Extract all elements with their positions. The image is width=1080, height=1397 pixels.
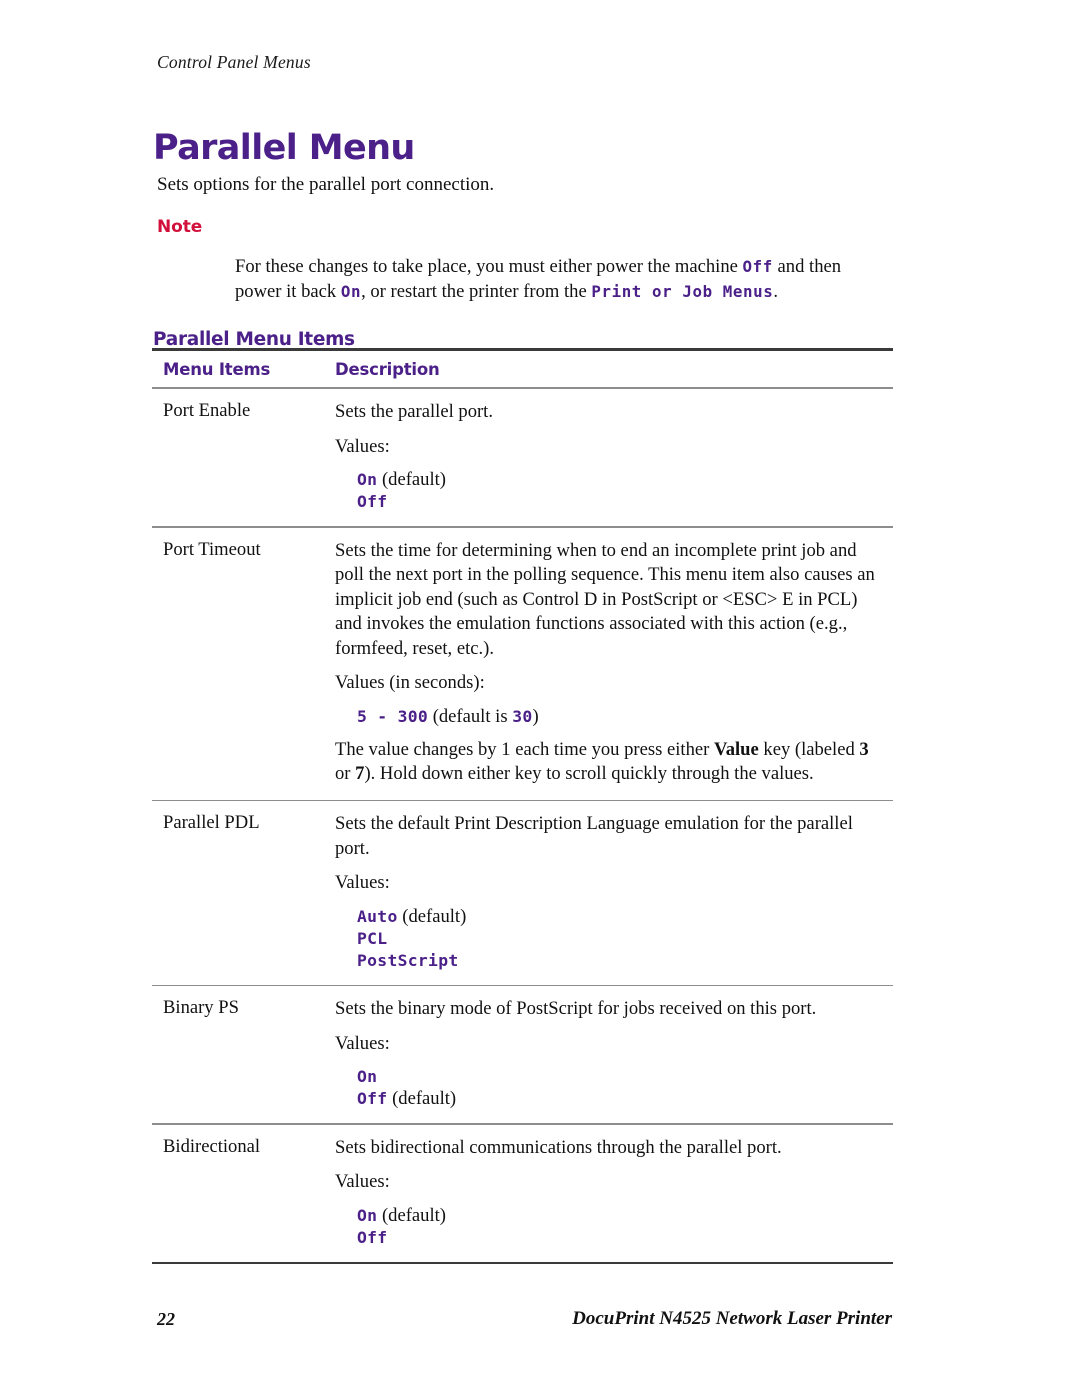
desc-note: The value changes by 1 each time you pre…	[335, 738, 885, 787]
table-rule-bottom	[152, 1261, 893, 1265]
value-code: On	[357, 1205, 378, 1225]
row-label: Binary PS	[163, 997, 239, 1019]
note-code-print-or-job-menus: Print or Job Menus	[591, 282, 774, 301]
value-range-default: 30	[512, 706, 533, 726]
note-label: Note	[157, 217, 203, 237]
desc-text: Sets the binary mode of PostScript for j…	[335, 998, 817, 1020]
value-key-label: Value	[713, 738, 759, 760]
table-header-row: Menu Items Description	[152, 351, 893, 387]
value-code: On	[357, 1067, 378, 1087]
values-list: On Off (default)	[335, 1066, 885, 1110]
footer-product-name: DocuPrint N4525 Network Laser Printer	[572, 1308, 892, 1329]
note-text-c: , or restart the printer from the	[361, 281, 592, 302]
table-row: Port Enable Sets the parallel port. Valu…	[152, 389, 893, 526]
value-code: Auto	[357, 906, 398, 926]
values-list: On (default) Off	[335, 469, 885, 513]
note-body: For these changes to take place, you mus…	[235, 254, 880, 304]
value-suffix: (default)	[397, 905, 467, 927]
value-range-end: )	[532, 705, 539, 727]
row-label: Bidirectional	[163, 1135, 261, 1157]
note-code-on: On	[340, 282, 362, 301]
desc-note-d: ). Hold down either key to scroll quickl…	[364, 763, 814, 785]
page-title: Parallel Menu	[153, 128, 415, 169]
list-item: Off	[357, 491, 885, 513]
table-row: Parallel PDL Sets the default Print Desc…	[152, 801, 893, 985]
desc-note-a: The value changes by 1 each time you pre…	[335, 738, 714, 760]
running-head: Control Panel Menus	[157, 52, 311, 72]
intro-paragraph: Sets options for the parallel port conne…	[157, 174, 495, 195]
table-row: Port Timeout Sets the time for determini…	[152, 528, 893, 800]
column-header-menu-items: Menu Items	[163, 359, 271, 379]
value-code: PCL	[357, 928, 388, 948]
values-list: Auto (default) PCL PostScript	[335, 906, 885, 972]
values-list: On (default) Off	[335, 1205, 885, 1249]
row-description: Sets the parallel port. Values: On (defa…	[319, 389, 893, 526]
value-suffix: (default)	[387, 1088, 457, 1110]
desc-note-b: key (labeled	[758, 738, 860, 760]
row-label: Port Enable	[163, 400, 251, 421]
table-row: Bidirectional Sets bidirectional communi…	[152, 1125, 893, 1262]
value-range-mid: (default is	[428, 705, 513, 727]
values-label: Values:	[335, 1171, 390, 1193]
desc-text: Sets the default Print Description Langu…	[335, 813, 853, 859]
values-label: Values (in seconds):	[335, 672, 485, 694]
value-range-code: 5 - 300	[357, 706, 429, 726]
value-code: Off	[357, 1089, 388, 1109]
row-label: Port Timeout	[163, 538, 261, 560]
value-code: PostScript	[357, 950, 459, 970]
values-label: Values:	[335, 1032, 390, 1054]
note-text-a: For these changes to take place, you mus…	[235, 256, 743, 277]
column-header-description: Description	[335, 359, 440, 379]
desc-text: Sets the time for determining when to en…	[335, 539, 875, 659]
list-item: Auto (default)	[357, 906, 885, 928]
key-label-3: 3	[859, 738, 869, 760]
value-suffix: (default)	[377, 1204, 446, 1226]
values-label: Values:	[335, 872, 390, 894]
list-item: Off (default)	[357, 1088, 885, 1110]
list-item: On (default)	[357, 469, 885, 491]
row-description: Sets the binary mode of PostScript for j…	[319, 986, 893, 1123]
value-suffix: (default)	[377, 469, 446, 490]
value-code: Off	[357, 492, 388, 511]
desc-text: Sets bidirectional communications throug…	[335, 1136, 782, 1158]
document-page: Control Panel Menus Parallel Menu Sets o…	[0, 0, 1080, 1397]
list-item: PostScript	[357, 950, 885, 972]
table-row: Binary PS Sets the binary mode of PostSc…	[152, 986, 893, 1123]
value-code: On	[357, 470, 378, 489]
list-item: 5 - 300 (default is 30)	[357, 706, 885, 728]
row-description: Sets the default Print Description Langu…	[319, 801, 893, 985]
row-label: Parallel PDL	[163, 812, 260, 834]
row-description: Sets bidirectional communications throug…	[319, 1125, 893, 1262]
values-label: Values:	[335, 435, 390, 457]
note-code-off: Off	[742, 257, 773, 276]
list-item: PCL	[357, 928, 885, 950]
row-description: Sets the time for determining when to en…	[319, 528, 893, 800]
values-list: 5 - 300 (default is 30)	[335, 706, 885, 728]
footer-page-number: 22	[157, 1309, 175, 1329]
desc-note-c: or	[335, 763, 356, 785]
parallel-menu-items-table: Menu Items Description Port Enable Sets …	[152, 348, 893, 1265]
list-item: Off	[357, 1227, 885, 1249]
value-code: Off	[357, 1227, 388, 1247]
list-item: On	[357, 1066, 885, 1088]
desc-text: Sets the parallel port.	[335, 401, 494, 422]
list-item: On (default)	[357, 1205, 885, 1227]
note-text-d: .	[773, 281, 779, 302]
